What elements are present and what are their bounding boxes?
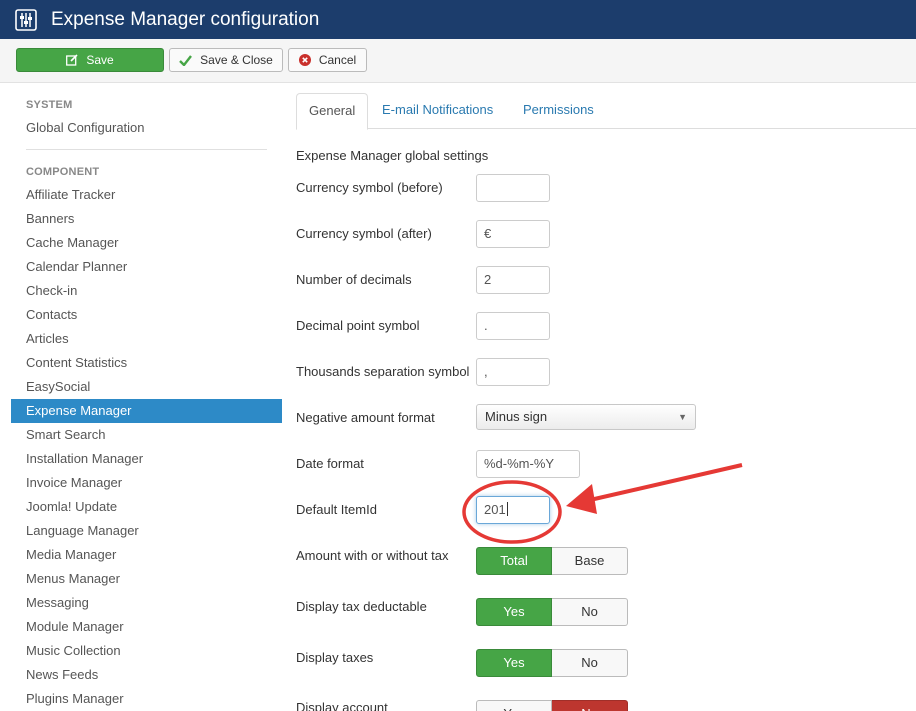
save-close-label: Save & Close <box>200 53 273 67</box>
decimals-input[interactable]: 2 <box>476 266 550 294</box>
sidebar-item-media-manager[interactable]: Media Manager <box>11 543 282 567</box>
sidebar-item-contacts[interactable]: Contacts <box>11 303 282 327</box>
cancel-button[interactable]: Cancel <box>288 48 367 72</box>
sidebar-item-news-feeds[interactable]: News Feeds <box>11 663 282 687</box>
sidebar-heading-component: COMPONENT <box>26 166 100 178</box>
display-account-label: Display account <box>296 700 388 711</box>
display-taxes-label: Display taxes <box>296 650 374 665</box>
display-taxes-yes-option[interactable]: Yes <box>476 649 552 677</box>
tax-deductable-no-option[interactable]: No <box>552 598 628 626</box>
decimal-point-label: Decimal point symbol <box>296 318 420 333</box>
amount-tax-total-option[interactable]: Total <box>476 547 552 575</box>
currency-after-label: Currency symbol (after) <box>296 226 432 241</box>
save-close-button[interactable]: Save & Close <box>169 48 283 72</box>
amount-tax-toggle: Total Base <box>476 547 628 575</box>
display-account-toggle: Yes No <box>476 700 628 711</box>
chevron-down-icon: ▼ <box>678 412 687 422</box>
sidebar-item-menus-manager[interactable]: Menus Manager <box>11 567 282 591</box>
thousands-separator-input[interactable]: , <box>476 358 550 386</box>
section-title: Expense Manager global settings <box>296 148 489 163</box>
tax-deductable-yes-option[interactable]: Yes <box>476 598 552 626</box>
annotation-arrow-head <box>566 484 597 514</box>
sidebar-item-plugins-manager[interactable]: Plugins Manager <box>11 687 282 711</box>
sidebar-item-content-statistics[interactable]: Content Statistics <box>11 351 282 375</box>
sidebar-item-expense-manager[interactable]: Expense Manager <box>11 399 282 423</box>
edit-icon <box>66 54 78 66</box>
currency-after-input[interactable]: € <box>476 220 550 248</box>
default-itemid-value: 201 <box>484 502 506 517</box>
sidebar-item-language-manager[interactable]: Language Manager <box>11 519 282 543</box>
tax-deductable-toggle: Yes No <box>476 598 628 626</box>
sidebar-item-articles[interactable]: Articles <box>11 327 282 351</box>
sidebar-item-installation-manager[interactable]: Installation Manager <box>11 447 282 471</box>
sidebar: SYSTEM Global Configuration COMPONENT Af… <box>0 83 282 711</box>
display-taxes-no-option[interactable]: No <box>552 649 628 677</box>
display-taxes-toggle: Yes No <box>476 649 628 677</box>
decimal-point-input[interactable]: . <box>476 312 550 340</box>
cancel-label: Cancel <box>318 53 357 67</box>
annotation-arrow-shaft <box>589 463 743 502</box>
default-itemid-input[interactable]: 201 <box>476 496 550 524</box>
currency-before-label: Currency symbol (before) <box>296 180 443 195</box>
tab-general[interactable]: General <box>296 93 369 130</box>
sidebar-item-cache-manager[interactable]: Cache Manager <box>11 231 282 255</box>
page-title: Expense Manager configuration <box>51 8 320 30</box>
cancel-circle-icon <box>298 54 311 66</box>
sidebar-item-check-in[interactable]: Check-in <box>11 279 282 303</box>
currency-before-input[interactable] <box>476 174 550 202</box>
save-label: Save <box>86 53 114 67</box>
tab-email-notifications[interactable]: E-mail Notifications <box>370 93 505 129</box>
sidebar-item-smart-search[interactable]: Smart Search <box>11 423 282 447</box>
thousands-separator-label: Thousands separation symbol <box>296 364 470 379</box>
negative-format-label: Negative amount format <box>296 410 435 425</box>
negative-format-value: Minus sign <box>485 409 548 424</box>
check-icon <box>179 54 193 66</box>
sidebar-item-easysocial[interactable]: EasySocial <box>11 375 282 399</box>
sidebar-item-messaging[interactable]: Messaging <box>11 591 282 615</box>
sidebar-item-invoice-manager[interactable]: Invoice Manager <box>11 471 282 495</box>
decimals-label: Number of decimals <box>296 272 412 287</box>
sidebar-item-music-collection[interactable]: Music Collection <box>11 639 282 663</box>
sidebar-item-global-configuration[interactable]: Global Configuration <box>11 116 282 140</box>
text-cursor <box>506 502 508 516</box>
sliders-icon <box>15 8 37 31</box>
amount-tax-base-option[interactable]: Base <box>552 547 628 575</box>
negative-format-select[interactable]: Minus sign ▼ <box>476 404 696 430</box>
default-itemid-label: Default ItemId <box>296 502 377 517</box>
tab-bar: General E-mail Notifications Permissions <box>296 93 916 130</box>
display-account-no-option[interactable]: No <box>552 700 628 711</box>
tax-deductable-label: Display tax deductable <box>296 599 427 614</box>
date-format-label: Date format <box>296 456 364 471</box>
tab-permissions[interactable]: Permissions <box>511 93 606 129</box>
amount-tax-label: Amount with or without tax <box>296 548 449 563</box>
sidebar-item-affiliate-tracker[interactable]: Affiliate Tracker <box>11 183 282 207</box>
sidebar-item-joomla-update[interactable]: Joomla! Update <box>11 495 282 519</box>
toolbar: Save Save & Close Cancel <box>0 39 916 83</box>
title-bar: Expense Manager configuration <box>0 0 916 39</box>
sidebar-item-calendar-planner[interactable]: Calendar Planner <box>11 255 282 279</box>
display-account-yes-option[interactable]: Yes <box>476 700 552 711</box>
save-button[interactable]: Save <box>16 48 164 72</box>
date-format-input[interactable]: %d-%m-%Y <box>476 450 580 478</box>
sidebar-divider <box>26 149 267 150</box>
sidebar-heading-system: SYSTEM <box>26 99 73 111</box>
sidebar-item-module-manager[interactable]: Module Manager <box>11 615 282 639</box>
sidebar-item-banners[interactable]: Banners <box>11 207 282 231</box>
